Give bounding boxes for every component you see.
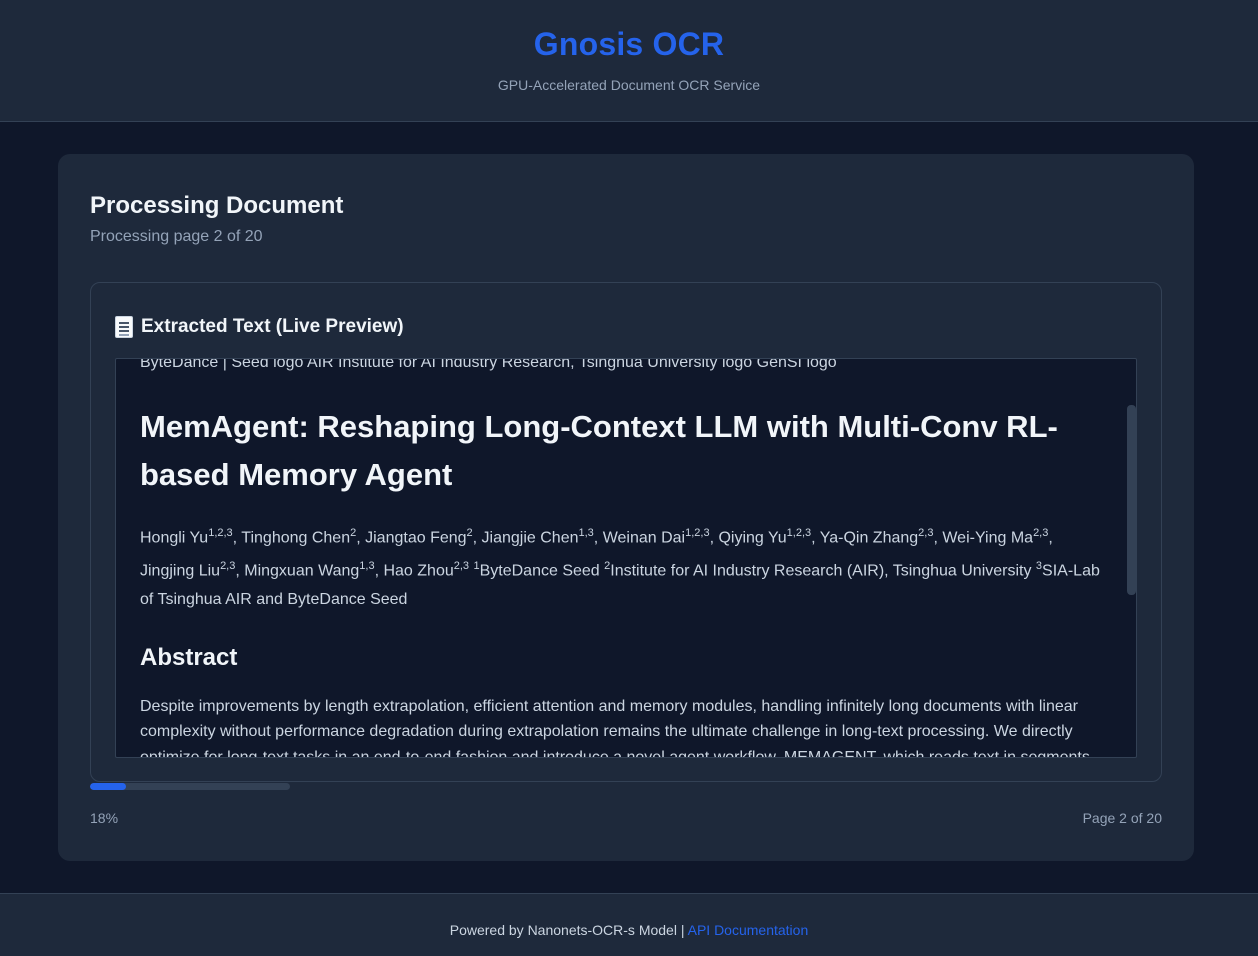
author-name: Qiying Yu xyxy=(718,529,787,547)
logos-line: ByteDance | Seed logo AIR Institute for … xyxy=(140,358,837,371)
author-name: Ya-Qin Zhang xyxy=(819,529,919,547)
app-header: Gnosis OCR GPU-Accelerated Document OCR … xyxy=(0,0,1258,122)
affiliation-text: ByteDance Seed xyxy=(479,562,605,580)
author-name: Hao Zhou xyxy=(383,562,454,580)
author-affiliation-marker: 2,3 xyxy=(453,560,470,573)
abstract-body: Despite improvements by length extrapola… xyxy=(140,697,1090,758)
extracted-text-content: ByteDance | Seed logo AIR Institute for … xyxy=(140,358,1110,758)
processing-status: Processing page 2 of 20 xyxy=(90,228,263,245)
author-affiliation-marker: 1,3 xyxy=(359,560,375,573)
progress-bar xyxy=(90,783,290,790)
progress-bar-fill xyxy=(90,783,126,790)
author-name: Jiangjie Chen xyxy=(481,529,579,547)
brand-title: Gnosis OCR xyxy=(533,26,725,62)
live-preview-panel: Extracted Text (Live Preview) ByteDance … xyxy=(90,282,1162,782)
author-affiliation-marker: 2 xyxy=(350,527,357,539)
affiliation-text: Institute for AI Industry Research (AIR)… xyxy=(610,562,1036,580)
app-footer: Powered by Nanonets-OCR-s Model | API Do… xyxy=(0,893,1258,956)
progress-percent: 18% xyxy=(90,810,119,826)
author-affiliation-marker: 1,2,3 xyxy=(208,527,233,539)
author-affiliation-marker: 1,3 xyxy=(578,527,594,539)
document-icon xyxy=(115,316,133,338)
author-name: Tinghong Chen xyxy=(241,529,351,547)
extracted-text-viewer[interactable]: ByteDance | Seed logo AIR Institute for … xyxy=(115,358,1137,758)
author-name: Jiangtao Feng xyxy=(365,529,467,547)
author-affiliation-marker: 1,2,3 xyxy=(786,527,812,539)
author-affiliation-marker: 1,2,3 xyxy=(685,527,710,539)
api-docs-link[interactable]: API Documentation xyxy=(688,922,809,938)
author-name: Weinan Dai xyxy=(602,529,686,547)
author-affiliation-marker: 2,3 xyxy=(918,527,934,539)
text-viewer-scrollbar[interactable] xyxy=(1127,405,1136,595)
document-title: MemAgent: Reshaping Long-Context LLM wit… xyxy=(140,409,1058,492)
brand-tagline: GPU-Accelerated Document OCR Service xyxy=(497,77,761,93)
processing-title: Processing Document xyxy=(90,192,344,219)
page-counter: Page 2 of 20 xyxy=(1082,810,1162,826)
author-affiliation-marker: 2,3 xyxy=(1033,527,1049,539)
processing-card: Processing Document Processing page 2 of… xyxy=(58,154,1194,861)
footer-powered-by: Powered by Nanonets-OCR-s Model | xyxy=(449,922,688,938)
abstract-heading: Abstract xyxy=(140,643,238,671)
author-affiliation-marker: 2 xyxy=(466,527,473,539)
author-name: Wei-Ying Ma xyxy=(942,529,1034,547)
author-affiliation-marker: 2,3 xyxy=(220,560,236,573)
preview-header: Extracted Text (Live Preview) xyxy=(115,313,404,341)
author-name: Mingxuan Wang xyxy=(244,562,360,580)
preview-title: Extracted Text (Live Preview) xyxy=(141,316,404,337)
author-name: Hongli Yu xyxy=(140,529,209,547)
author-name: Jingjing Liu xyxy=(140,562,221,580)
author-list: Hongli Yu1,2,3, Tinghong Chen2, Jiangtao… xyxy=(140,527,1100,608)
